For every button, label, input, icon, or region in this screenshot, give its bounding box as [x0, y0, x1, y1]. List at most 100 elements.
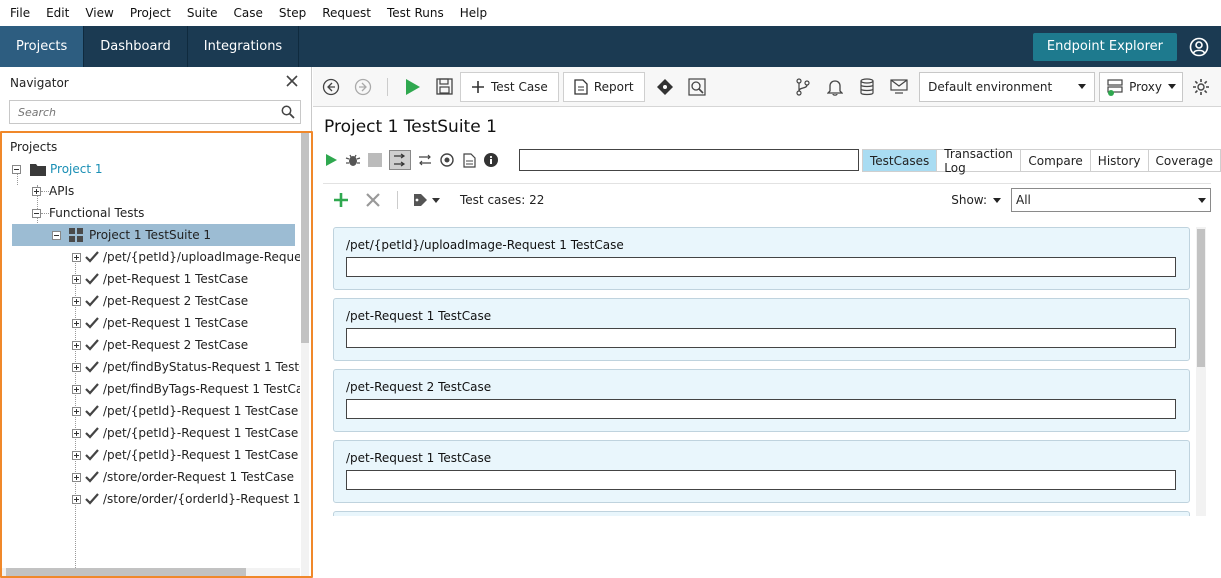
expand-icon[interactable]	[72, 385, 81, 394]
inspect-icon[interactable]	[687, 77, 707, 97]
search-input[interactable]	[10, 101, 270, 123]
test-case-description-field[interactable]	[346, 470, 1176, 490]
test-case-card[interactable]: /pet-Request 1 TestCase	[333, 440, 1190, 503]
tree-item-test-case[interactable]: /pet-Request 1 TestCase	[72, 268, 248, 290]
settings-gear-icon[interactable]	[1191, 77, 1211, 97]
report-button[interactable]: Report	[563, 72, 645, 102]
tree-item-projects-root[interactable]: Projects	[10, 136, 57, 158]
add-test-case-button[interactable]: Test Case	[460, 72, 559, 102]
sequential-run-icon[interactable]	[389, 150, 411, 170]
tree-item-test-case[interactable]: /store/order/{orderId}-Request 1 TestCas…	[72, 488, 300, 510]
environment-select[interactable]: Default environment	[919, 72, 1095, 102]
tree-item-test-suite[interactable]: Project 1 TestSuite 1	[12, 224, 295, 246]
expand-icon[interactable]	[32, 187, 41, 196]
navigator-horizontal-scrollbar[interactable]	[2, 568, 300, 576]
test-case-description-field[interactable]	[346, 399, 1176, 419]
chevron-down-icon[interactable]	[993, 198, 1001, 203]
tree-item-test-case[interactable]: /pet/findByStatus-Request 1 TestCase	[72, 356, 300, 378]
tree-item-test-case[interactable]: /pet-Request 2 TestCase	[72, 290, 248, 312]
stop-icon[interactable]	[367, 152, 383, 168]
expand-icon[interactable]	[72, 319, 81, 328]
expand-icon[interactable]	[72, 429, 81, 438]
tab-compare[interactable]: Compare	[1021, 149, 1090, 172]
database-icon[interactable]	[857, 77, 877, 97]
scrollbar-thumb[interactable]	[301, 133, 309, 343]
close-icon[interactable]	[285, 74, 299, 88]
tree-item-test-case[interactable]: /pet-Request 2 TestCase	[72, 334, 248, 356]
menu-view[interactable]: View	[77, 0, 121, 26]
info-icon[interactable]	[483, 152, 499, 168]
expand-icon[interactable]	[72, 407, 81, 416]
collapse-icon[interactable]	[32, 209, 41, 218]
test-case-card[interactable]	[333, 511, 1190, 516]
forward-icon[interactable]	[353, 77, 373, 97]
tree-item-test-case[interactable]: /store/order-Request 1 TestCase	[72, 466, 294, 488]
proxy-button[interactable]: Proxy	[1099, 72, 1183, 102]
scrollbar-thumb[interactable]	[1197, 229, 1205, 367]
tree-item-test-case[interactable]: /pet/{petId}-Request 1 TestCase	[72, 422, 298, 444]
expand-icon[interactable]	[72, 253, 81, 262]
expand-icon[interactable]	[72, 495, 81, 504]
test-case-list-scrollbar[interactable]	[1196, 227, 1206, 516]
show-filter-select[interactable]: All	[1011, 188, 1211, 212]
delete-icon[interactable]	[363, 190, 383, 210]
tab-testcases[interactable]: TestCases	[862, 149, 937, 172]
test-case-description-field[interactable]	[346, 257, 1176, 277]
endpoint-explorer-button[interactable]: Endpoint Explorer	[1033, 33, 1177, 61]
bell-icon[interactable]	[825, 77, 845, 97]
tree-item-project[interactable]: Project 1	[12, 158, 103, 180]
expand-icon[interactable]	[72, 473, 81, 482]
branch-icon[interactable]	[793, 77, 813, 97]
test-case-card[interactable]: /pet-Request 2 TestCase	[333, 369, 1190, 432]
debug-bug-icon[interactable]	[345, 152, 361, 168]
tree-item-test-case[interactable]: /pet-Request 1 TestCase	[72, 312, 248, 334]
expand-icon[interactable]	[72, 451, 81, 460]
run-suite-icon[interactable]	[323, 152, 339, 168]
back-icon[interactable]	[321, 77, 341, 97]
save-icon[interactable]	[434, 77, 454, 97]
tab-transaction-log[interactable]: Transaction Log	[937, 149, 1021, 172]
tree-item-test-case[interactable]: /pet/{petId}-Request 1 TestCase	[72, 444, 298, 466]
collapse-icon[interactable]	[12, 165, 21, 174]
menu-suite[interactable]: Suite	[179, 0, 226, 26]
menu-case[interactable]: Case	[226, 0, 271, 26]
test-case-description-field[interactable]	[346, 328, 1176, 348]
tab-dashboard[interactable]: Dashboard	[84, 26, 188, 67]
timer-icon[interactable]	[439, 152, 455, 168]
menu-step[interactable]: Step	[271, 0, 314, 26]
suite-description-field[interactable]	[519, 149, 859, 171]
mock-service-icon[interactable]	[889, 77, 909, 97]
tab-projects[interactable]: Projects	[0, 26, 84, 67]
user-account-icon[interactable]	[1189, 37, 1209, 57]
tab-history[interactable]: History	[1091, 149, 1149, 172]
run-icon[interactable]	[402, 77, 422, 97]
expand-icon[interactable]	[72, 297, 81, 306]
add-icon[interactable]	[331, 190, 351, 210]
scrollbar-thumb[interactable]	[6, 568, 246, 576]
tab-coverage[interactable]: Coverage	[1149, 149, 1221, 172]
menu-project[interactable]: Project	[122, 0, 179, 26]
menu-edit[interactable]: Edit	[38, 0, 77, 26]
collapse-icon[interactable]	[52, 231, 61, 240]
tab-integrations[interactable]: Integrations	[188, 26, 299, 67]
menu-test-runs[interactable]: Test Runs	[379, 0, 452, 26]
menu-request[interactable]: Request	[314, 0, 379, 26]
menu-help[interactable]: Help	[452, 0, 495, 26]
tree-item-test-case[interactable]: /pet/{petId}/uploadImage-Request 1 TestC…	[72, 246, 300, 268]
tag-icon[interactable]	[412, 190, 444, 210]
expand-icon[interactable]	[72, 275, 81, 284]
expand-icon[interactable]	[72, 363, 81, 372]
test-case-card[interactable]: /pet-Request 1 TestCase	[333, 298, 1190, 361]
navigator-vertical-scrollbar[interactable]	[301, 133, 309, 576]
parallel-run-icon[interactable]	[417, 152, 433, 168]
menu-file[interactable]: File	[2, 0, 38, 26]
git-diamond-icon[interactable]	[655, 77, 675, 97]
document-icon[interactable]	[461, 152, 477, 168]
tree-item-test-case[interactable]: /pet/{petId}-Request 1 TestCase	[72, 400, 298, 422]
test-case-card[interactable]: /pet/{petId}/uploadImage-Request 1 TestC…	[333, 227, 1190, 290]
tree-item-apis[interactable]: APIs	[32, 180, 74, 202]
tree-item-test-case[interactable]: /pet/findByTags-Request 1 TestCase	[72, 378, 300, 400]
expand-icon[interactable]	[72, 341, 81, 350]
search-icon[interactable]	[281, 105, 295, 119]
tree-item-functional-tests[interactable]: Functional Tests	[32, 202, 144, 224]
